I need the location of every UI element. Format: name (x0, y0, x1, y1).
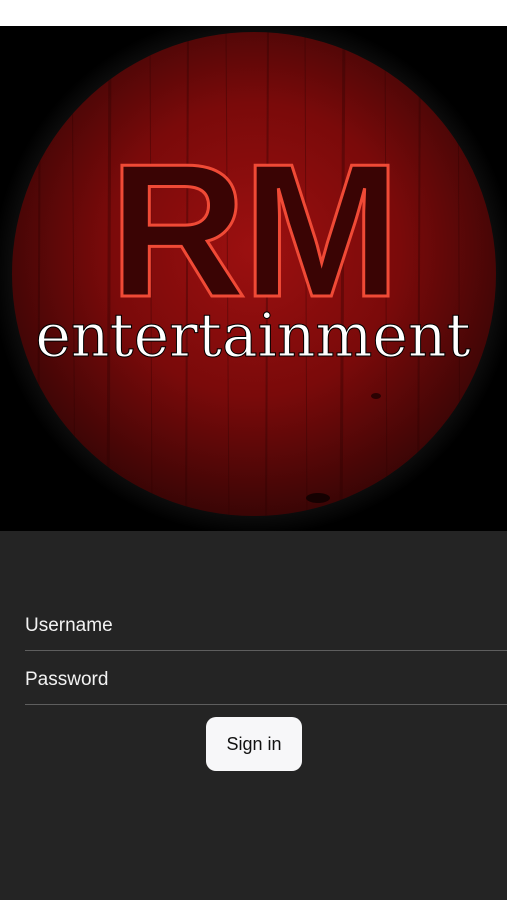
sign-in-button[interactable]: Sign in (206, 717, 302, 771)
username-field-container (25, 601, 507, 651)
password-field[interactable] (25, 655, 507, 704)
hero-banner: RM entertainment (0, 26, 507, 531)
login-form: Sign in (0, 531, 507, 900)
username-field[interactable] (25, 601, 507, 650)
status-bar (0, 0, 507, 26)
rm-entertainment-logo: RM entertainment (0, 26, 507, 531)
password-field-container (25, 655, 507, 705)
logo-wordmark: entertainment (35, 301, 470, 371)
